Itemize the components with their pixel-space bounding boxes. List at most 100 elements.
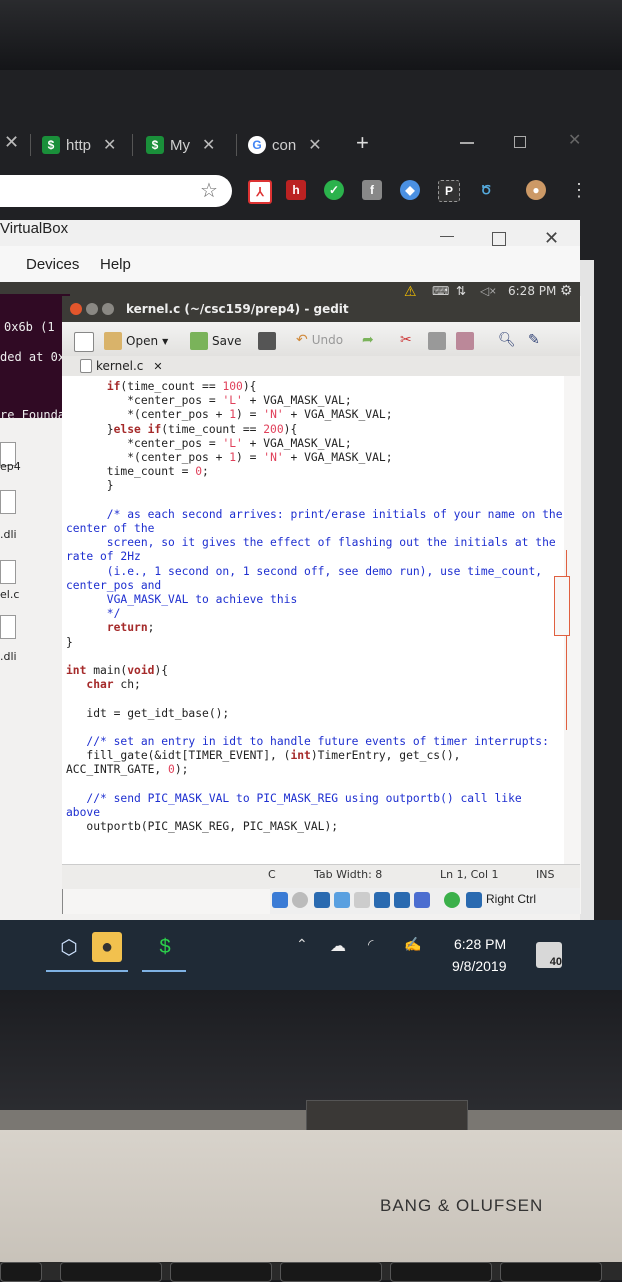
pdf-icon[interactable]: ⅄ — [248, 180, 272, 204]
host-key-icon — [466, 892, 482, 908]
code-text: if(time_count == 100){ *center_pos = 'L'… — [66, 380, 563, 834]
minimize-icon[interactable] — [460, 142, 474, 144]
tab-separator — [132, 134, 133, 156]
save-label: Save — [212, 334, 242, 348]
close-icon[interactable] — [70, 303, 82, 315]
notification-badge[interactable]: 40 — [536, 942, 562, 968]
bookmark-star-icon[interactable]: ☆ — [200, 178, 218, 203]
close-icon[interactable]: ✕ — [202, 135, 215, 155]
network-adapter-icon[interactable] — [314, 892, 330, 908]
file-icon — [80, 359, 92, 373]
tab-separator — [30, 134, 31, 156]
vbox-scrollbar[interactable] — [580, 260, 594, 990]
undo-button[interactable]: ↶ Undo — [296, 332, 343, 348]
editor-scrollbar[interactable] — [554, 576, 570, 636]
menu-devices[interactable]: Devices — [26, 256, 79, 273]
virtualbox-taskbar-icon[interactable]: ⬡ — [54, 932, 84, 962]
close-icon[interactable]: ✕ — [4, 132, 19, 153]
active-indicator — [84, 970, 128, 972]
minimize-icon[interactable] — [86, 303, 98, 315]
code-editor[interactable]: if(time_count == 100){ *center_pos = 'L'… — [62, 376, 564, 864]
key — [170, 1262, 272, 1282]
cut-button[interactable]: ✂ — [400, 332, 412, 348]
file-icon[interactable] — [0, 490, 16, 514]
app-taskbar-icon[interactable]: ● — [92, 932, 122, 962]
onedrive-icon[interactable]: ☁ — [330, 936, 346, 956]
shield-icon[interactable]: ✓ — [324, 180, 344, 200]
restore-icon[interactable] — [514, 136, 526, 148]
tab-my[interactable]: $ My ✕ — [146, 132, 215, 158]
dollar-taskbar-icon[interactable]: $ — [150, 932, 180, 962]
paste-button[interactable] — [456, 332, 474, 350]
new-button[interactable] — [74, 332, 94, 352]
display-icon[interactable] — [374, 892, 390, 908]
undo-label: Undo — [311, 333, 344, 347]
vbox-minimize-icon[interactable] — [440, 236, 454, 237]
mouse-integration-icon[interactable] — [444, 892, 460, 908]
pen-icon[interactable]: ✍ — [404, 936, 421, 953]
shared-folder-icon[interactable] — [354, 892, 370, 908]
ghost-extension-icon[interactable]: Ծ — [476, 180, 496, 200]
terminal-line: ded at 0x — [0, 350, 66, 364]
tab-kernel-c[interactable]: kernel.c ✕ — [80, 356, 163, 376]
open-label: Open — [126, 334, 159, 348]
taskbar-time[interactable]: 6:28 PM — [454, 936, 506, 952]
file-icon[interactable] — [0, 615, 16, 639]
hdd-icon[interactable] — [272, 892, 288, 908]
tab-separator — [236, 134, 237, 156]
wifi-icon[interactable]: ◜ — [368, 936, 373, 953]
search-button[interactable]: 🔍︎ — [498, 332, 516, 348]
profile-avatar[interactable]: ● — [526, 180, 546, 200]
language-selector[interactable]: C — [268, 868, 276, 881]
ext-h-label: h — [292, 183, 300, 197]
menu-help[interactable]: Help — [100, 256, 131, 273]
taskbar-date[interactable]: 9/8/2019 — [452, 958, 507, 974]
hypothesis-icon[interactable]: h — [286, 180, 306, 200]
new-document-icon — [74, 332, 94, 352]
replace-button[interactable]: ✎ — [528, 332, 540, 348]
address-bar[interactable] — [0, 175, 232, 207]
close-icon[interactable]: ✕ — [308, 135, 321, 155]
close-icon[interactable]: ✕ — [103, 135, 116, 155]
tab-http[interactable]: $ http ✕ — [42, 132, 116, 158]
file-icon[interactable] — [0, 560, 16, 584]
virtualization-icon[interactable] — [414, 892, 430, 908]
print-button[interactable] — [258, 332, 276, 350]
chrome-menu-icon[interactable]: ⋮ — [570, 180, 588, 201]
laptop-bezel-bottom — [0, 990, 622, 1110]
search-icon: 🔍︎ — [498, 332, 516, 348]
close-icon[interactable]: ✕ — [153, 360, 162, 373]
paste-icon — [456, 332, 474, 350]
save-button[interactable]: Save — [190, 332, 241, 350]
facebook-icon[interactable]: f — [362, 180, 382, 200]
chevron-down-icon: ▼ — [162, 336, 169, 346]
tab-con[interactable]: G con ✕ — [248, 132, 322, 158]
password-icon[interactable]: P — [438, 180, 460, 202]
tab-label: My — [170, 136, 190, 154]
chevron-up-icon[interactable]: ⌃ — [296, 936, 308, 953]
usb-icon[interactable] — [334, 892, 350, 908]
folder-icon — [104, 332, 122, 350]
desktop-label: .dli — [0, 650, 17, 663]
desktop-label: el.c — [0, 588, 20, 601]
recording-icon[interactable] — [394, 892, 410, 908]
key — [280, 1262, 382, 1282]
tab-label: kernel.c — [96, 359, 144, 373]
replace-icon: ✎ — [528, 332, 540, 348]
desktop-label: ep4 — [0, 460, 21, 473]
extension-icon[interactable]: ◆ — [400, 180, 420, 200]
redo-icon: ➦ — [362, 332, 374, 348]
print-icon — [258, 332, 276, 350]
new-tab-button[interactable]: + — [356, 130, 369, 156]
screen: ✕ $ http ✕ $ My ✕ G con ✕ + ✕ ☆ ⅄ h ✓ f … — [0, 70, 622, 990]
open-button[interactable]: Open ▼ — [104, 332, 168, 350]
redo-button[interactable]: ➦ — [362, 332, 374, 348]
close-window-icon[interactable]: ✕ — [568, 130, 581, 150]
tab-label: http — [66, 136, 92, 154]
tab-width-selector[interactable]: Tab Width: 8 — [314, 868, 382, 881]
google-icon: G — [248, 136, 266, 154]
optical-drive-icon[interactable] — [292, 892, 308, 908]
vbox-maximize-icon[interactable] — [492, 232, 506, 246]
maximize-icon[interactable] — [102, 303, 114, 315]
copy-button[interactable] — [428, 332, 446, 350]
